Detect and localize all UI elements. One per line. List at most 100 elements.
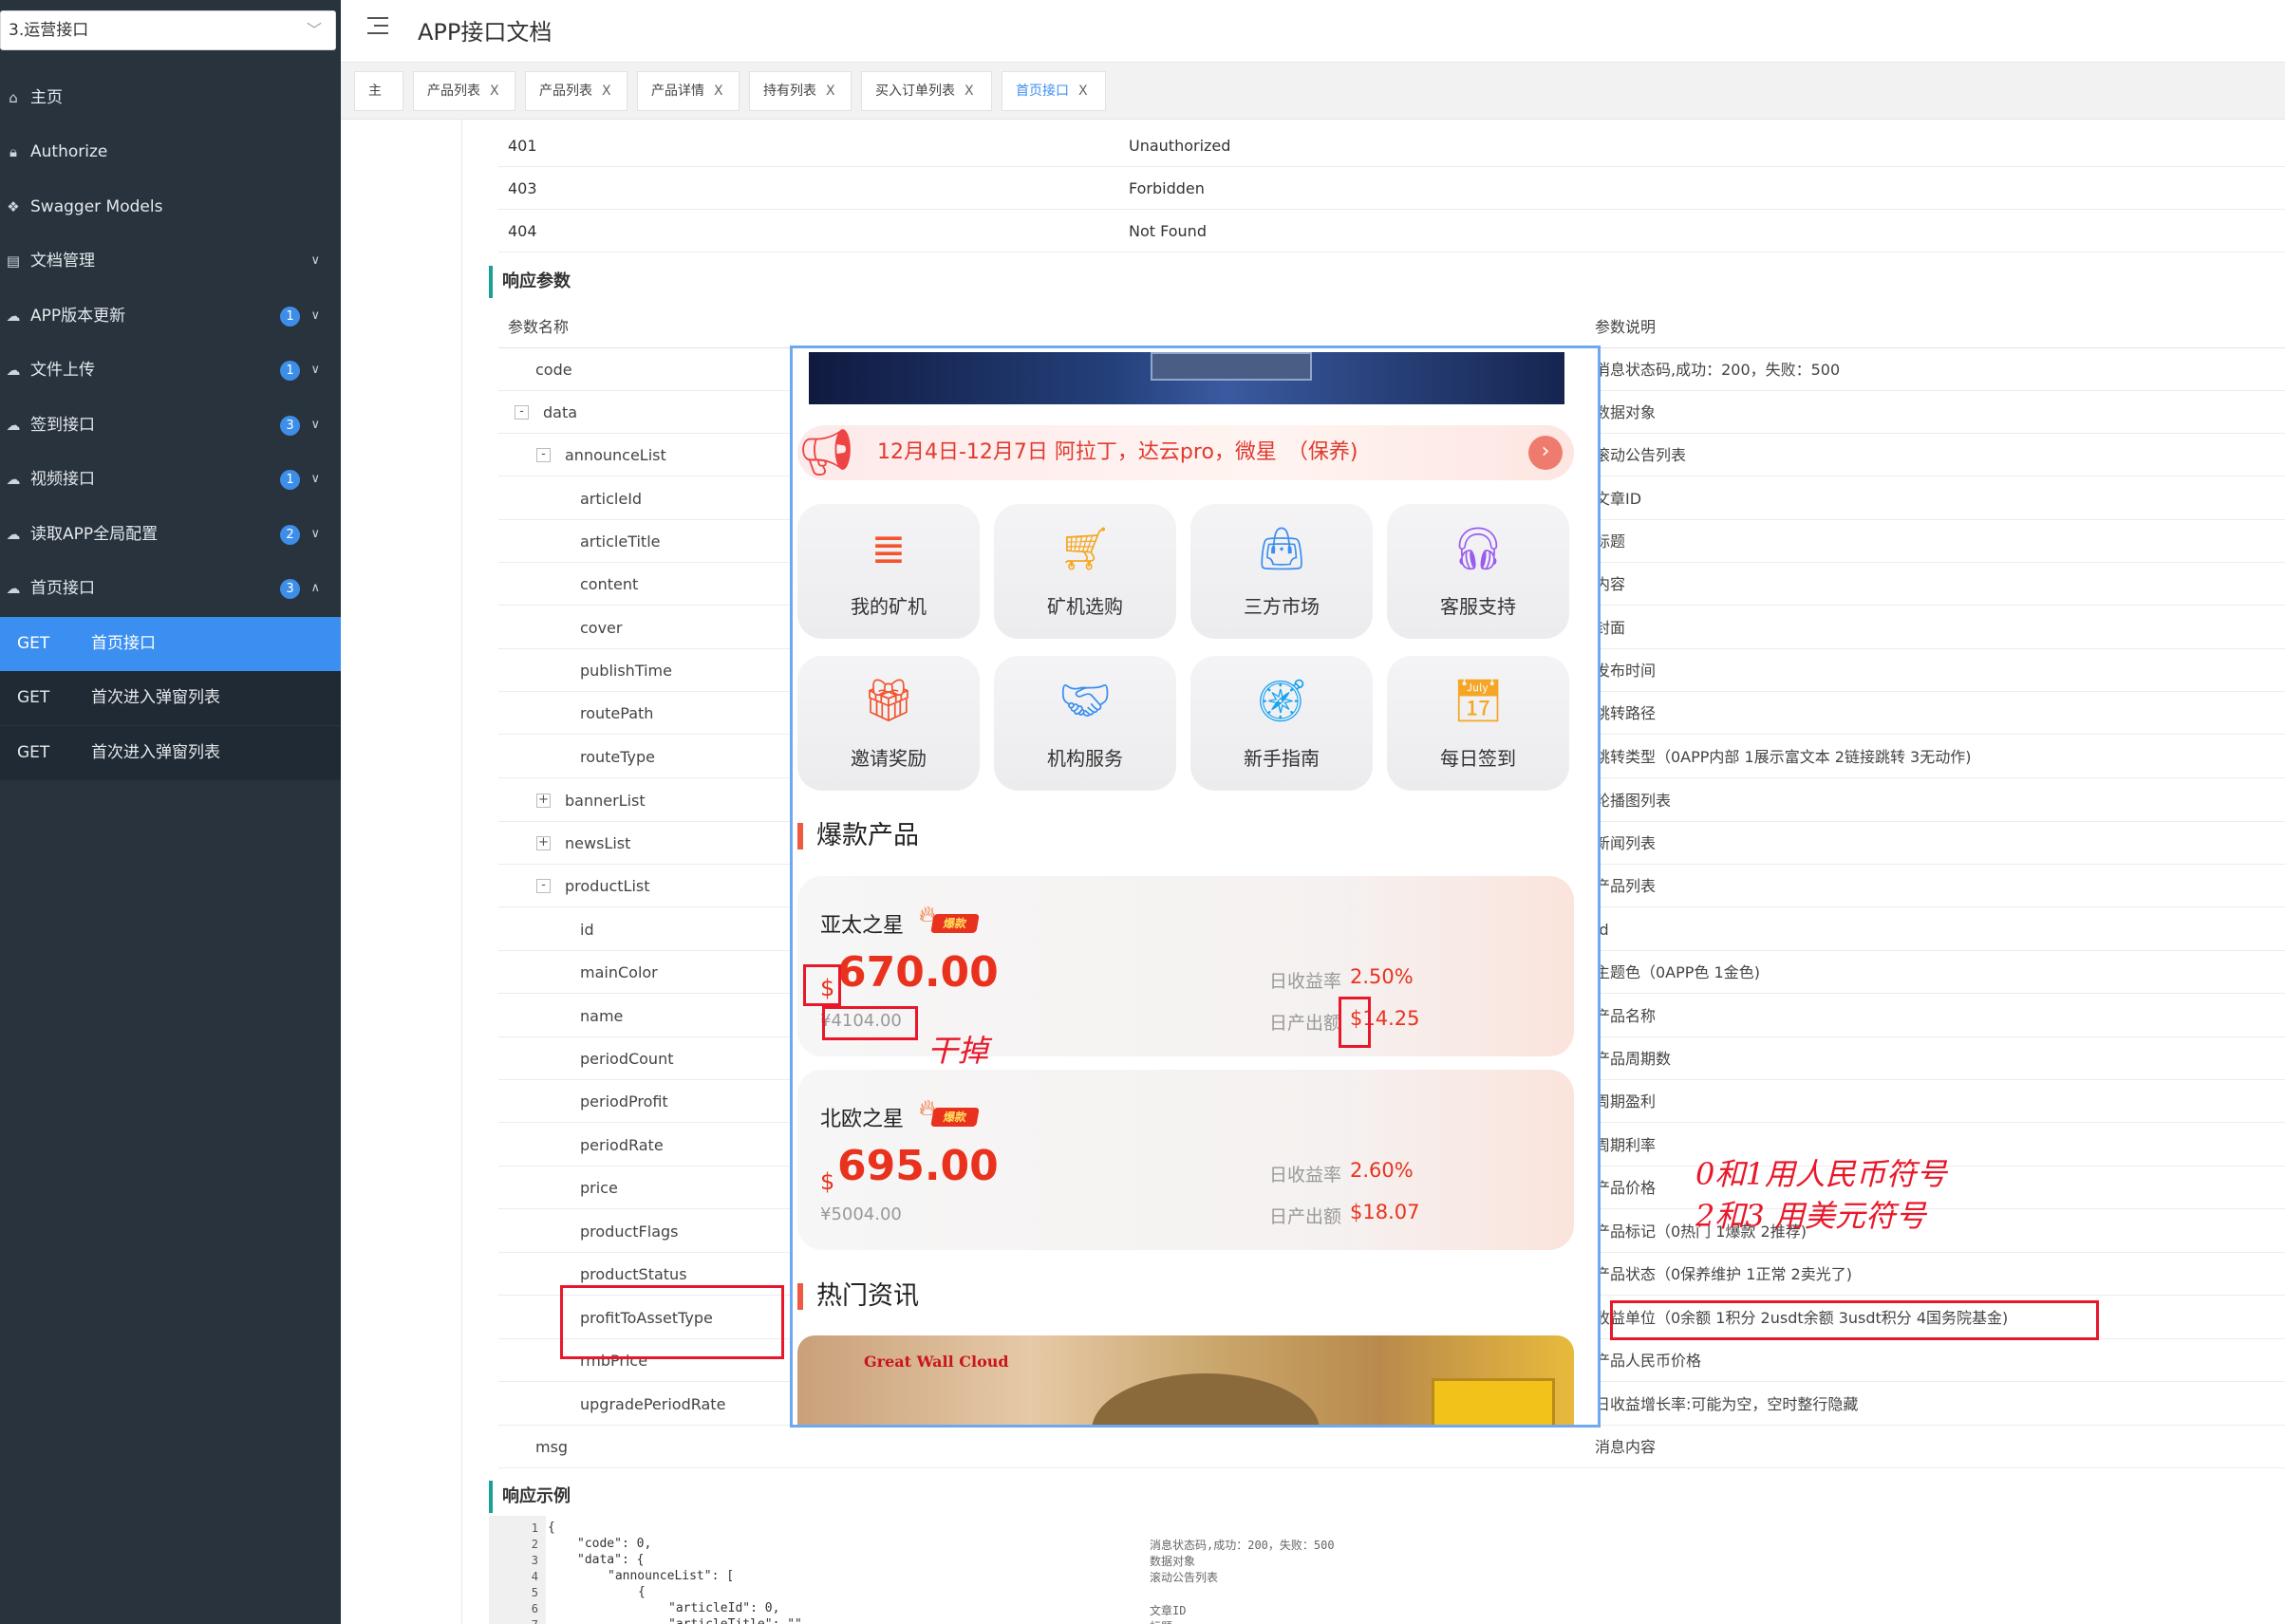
close-icon[interactable]: X [602,84,611,99]
hot-badge-label: 爆款 [930,1108,980,1127]
home-icon: ⌂ [9,89,18,106]
sidebar-subitem-home-api[interactable]: GET 首页接口 [0,617,341,671]
status-text: Unauthorized [1129,137,1231,155]
param-desc: 周期利率 [1595,1136,1657,1154]
tab-product-list-2[interactable]: 产品列表 X [525,71,627,111]
close-icon[interactable]: X [714,84,723,99]
sidebar: 3.运营接口 ﹀ ⌂ 主页 🔒︎ Authorize ❖ Swagger Mod… [0,0,341,1624]
headset-icon: 🎧︎ [1452,525,1505,573]
feature-compass[interactable]: 🧭︎ 新手指南 [1190,656,1373,791]
group-select-value: 3.运营接口 [9,21,89,40]
feature-cart[interactable]: 🛒︎ 矿机选购 [994,504,1176,639]
close-icon[interactable]: X [1078,84,1088,99]
sidebar-item-label: Authorize [30,142,108,161]
app-screenshot-overlay: 📢︎ 12月4日-12月7日 阿拉丁，达云pro，微星 （保养) › ≣ 我的矿机… [790,345,1601,1428]
top-header: APP接口文档 [341,0,2285,63]
tab-buy-orders[interactable]: 买入订单列表 X [861,71,992,111]
sidebar-item-label: 视频接口 [30,470,95,489]
sidebar-subitem-popup-list-2[interactable]: GET 首次进入弹窗列表 [0,726,341,780]
cloud-icon: ☁ [6,417,21,434]
notice-bar[interactable]: 📢︎ 12月4日-12月7日 阿拉丁，达云pro，微星 （保养) › [797,425,1574,480]
param-desc: 周期盈利 [1595,1092,1657,1111]
sidebar-item-file-upload[interactable]: ☁ 文件上传 1 ∨ [0,344,341,397]
chevron-down-icon: ∨ [310,418,320,432]
param-name: productList [565,877,650,895]
tab-holding-list[interactable]: 持有列表 X [749,71,852,111]
product-price: 695.00 [837,1142,999,1190]
daily-rate-value: 2.60% [1350,1159,1414,1182]
server-icon: ≣ [871,525,907,573]
chevron-down-icon: ∨ [310,527,320,541]
cloud-icon: ☁ [6,362,21,379]
tab-home[interactable]: 主页 [354,71,403,137]
daily-output-label: 日产出额 [1269,1013,1342,1034]
sidebar-item-doc-management[interactable]: ▤ 文档管理 ∨ [0,234,341,288]
tab-label: 产品列表 [427,84,480,99]
annotation-box-param [560,1285,784,1359]
sidebar-item-swagger-models[interactable]: ❖ Swagger Models [0,180,341,233]
tab-label: 持有列表 [763,84,816,99]
feature-label: 每日签到 [1440,747,1516,770]
tab-label: 产品列表 [539,84,592,99]
collapse-toggle[interactable]: - [536,879,551,893]
lock-icon: 🔒︎ [9,143,17,160]
sidebar-item-checkin[interactable]: ☁ 签到接口 3 ∨ [0,399,341,452]
feature-handshake[interactable]: 🤝︎ 机构服务 [994,656,1176,791]
code-comment: 数据对象 [1150,1555,1196,1568]
params-header: 参数名称 参数说明 [498,306,2285,348]
sidebar-item-app-update[interactable]: ☁ APP版本更新 1 ∨ [0,289,341,343]
currency-symbol: $ [820,1168,835,1195]
expand-toggle[interactable]: + [536,836,551,850]
param-desc: 日收益增长率:可能为空，空时整行隐藏 [1595,1395,1859,1413]
close-icon[interactable]: X [826,84,835,99]
line-number: 5 [531,1586,538,1599]
feature-server[interactable]: ≣ 我的矿机 [797,504,980,639]
sidebar-item-home-api[interactable]: ☁ 首页接口 3 ∧ [0,562,341,615]
line-number: 1 [531,1521,538,1535]
code-comment: 消息状态码,成功：200，失败：500 [1150,1539,1335,1552]
code-comment: 标题 [1150,1618,1172,1624]
close-icon[interactable]: X [490,84,499,99]
param-desc: 产品人民币价格 [1595,1352,1702,1370]
sidebar-item-app-config[interactable]: ☁ 读取APP全局配置 2 ∨ [0,508,341,561]
chevron-down-icon: ∨ [310,308,320,323]
sidebar-item-label: 首页接口 [30,579,95,598]
feature-bag[interactable]: 👜︎ 三方市场 [1190,504,1373,639]
annotation-note-line1: 0和1用人民币符号 [1695,1156,1947,1192]
news-image[interactable]: Great Wall Cloud [797,1335,1574,1425]
daily-output-value: $18.07 [1350,1201,1420,1223]
feature-headset[interactable]: 🎧︎ 客服支持 [1387,504,1569,639]
product-card[interactable]: 北欧之星 🔥︎ 爆款 $ 695.00 ¥5004.00 日收益率 2.60% 日… [797,1070,1574,1250]
param-name: announceList [565,446,666,464]
collapse-toggle[interactable]: - [515,405,529,420]
param-name: name [580,1007,624,1025]
sidebar-item-authorize[interactable]: 🔒︎ Authorize [0,125,341,178]
sidebar-item-video[interactable]: ☁ 视频接口 1 ∨ [0,453,341,506]
feature-gift[interactable]: 🎁︎ 邀请奖励 [797,656,980,791]
daily-rate-value: 2.50% [1350,965,1414,988]
tab-product-detail[interactable]: 产品详情 X [637,71,740,111]
count-badge: 1 [280,470,300,490]
line-number: 6 [531,1602,538,1615]
status-code: 403 [508,179,537,197]
menu-toggle-icon[interactable] [367,15,390,36]
tab-home-api[interactable]: 首页接口 X [1002,71,1106,111]
param-desc: 主题色（0APP色 1金色) [1595,963,1760,981]
sidebar-item-label: 主页 [30,88,63,107]
tab-product-list[interactable]: 产品列表 X [413,71,515,111]
expand-toggle[interactable]: + [536,793,551,808]
feature-calendar-check[interactable]: 📅︎ 每日签到 [1387,656,1569,791]
sidebar-item-home[interactable]: ⌂ 主页 [0,71,341,124]
collapse-toggle[interactable]: - [536,448,551,462]
doc-icon: ▤ [6,252,21,270]
arrow-right-icon[interactable]: › [1528,436,1563,470]
group-select[interactable]: 3.运营接口 ﹀ [0,10,336,50]
sidebar-subitem-label: 首次进入弹窗列表 [91,688,220,707]
status-row: 401 Unauthorized [498,124,2285,167]
feature-label: 矿机选购 [1047,595,1123,618]
close-icon[interactable]: X [965,84,974,99]
sidebar-subitem-label: 首页接口 [91,634,156,653]
param-name: content [580,575,639,593]
param-name: articleId [580,490,643,508]
sidebar-subitem-popup-list[interactable]: GET 首次进入弹窗列表 [0,671,341,725]
